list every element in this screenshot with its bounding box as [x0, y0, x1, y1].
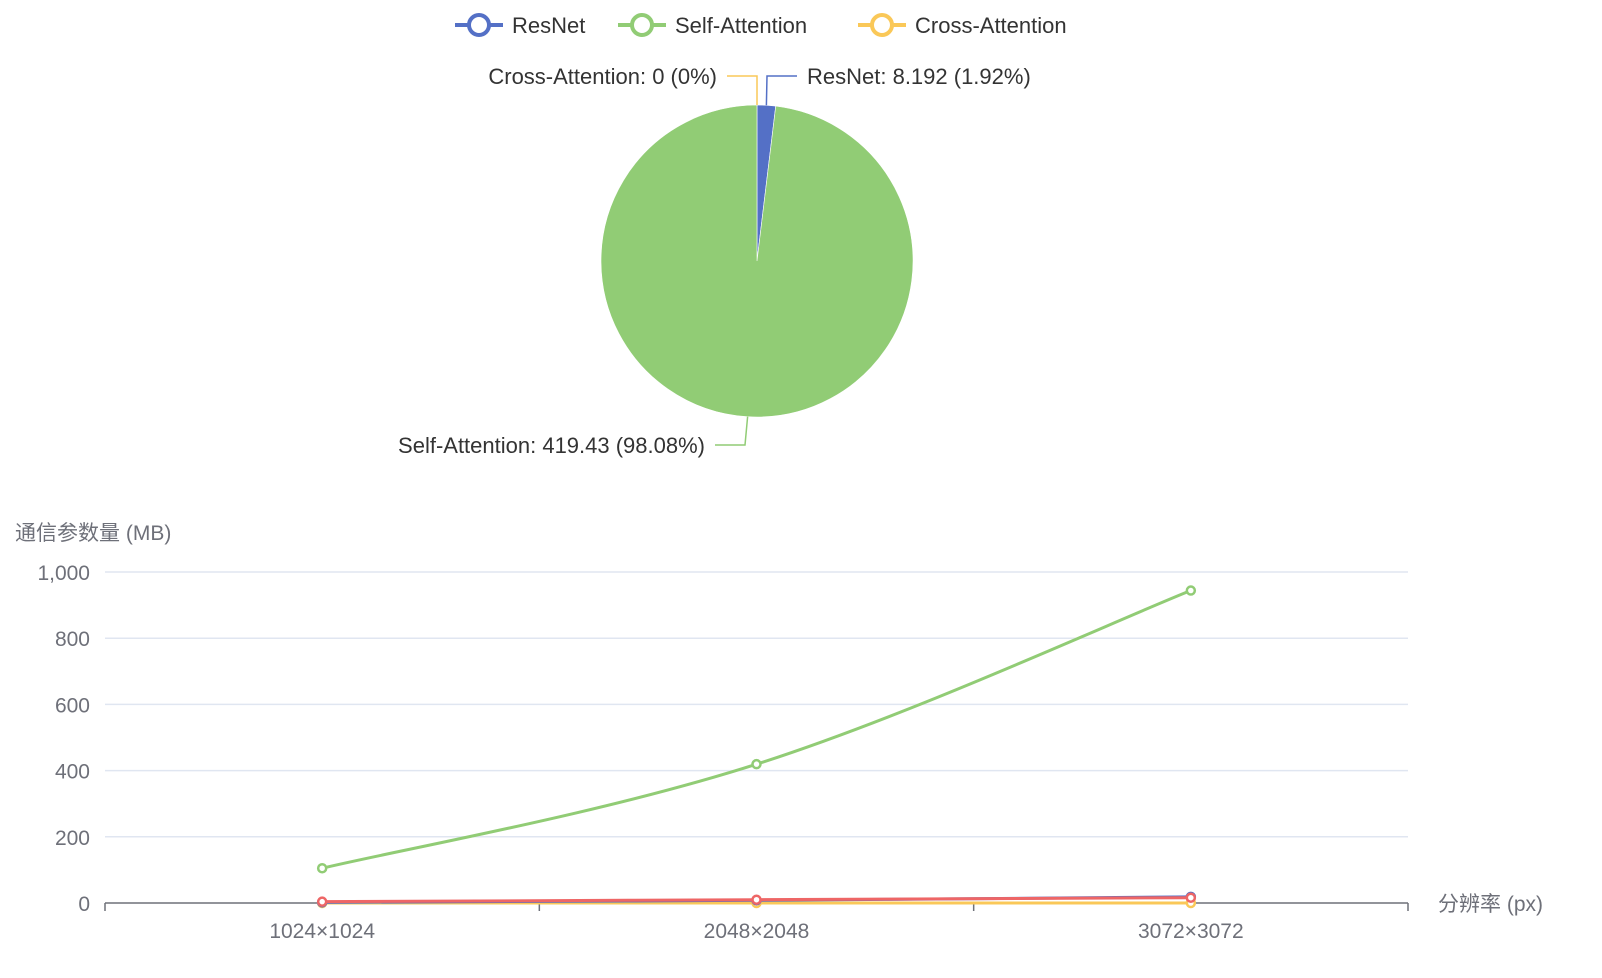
legend-label: Cross-Attention — [915, 13, 1067, 38]
data-point[interactable] — [751, 758, 762, 770]
data-point[interactable] — [1185, 892, 1197, 903]
series-self-attention — [316, 585, 1197, 874]
y-tick-label: 600 — [55, 694, 90, 717]
chart-canvas: ResNet Self-Attention Cross-Attention ResN… — [15, 13, 1543, 943]
pie-label-resnet: ResNet: 8.192 (1.92%) — [807, 64, 1031, 89]
legend-label: ResNet — [512, 13, 585, 38]
data-point[interactable] — [316, 896, 328, 907]
pie-leader-line — [715, 416, 749, 446]
x-tick-label: 3072×3072 — [1138, 920, 1244, 943]
data-point[interactable] — [751, 894, 762, 905]
pie-label-group-cross-attention: Cross-Attention: 0 (0%) — [488, 64, 758, 105]
pie-label-group-resnet: ResNet: 8.192 (1.92%) — [765, 64, 1031, 106]
pie-label-cross-attention: Cross-Attention: 0 (0%) — [488, 64, 717, 89]
y-tick-label: 400 — [55, 761, 90, 784]
y-tick-label: 0 — [78, 893, 90, 916]
pie-slice-self-attention[interactable] — [600, 104, 914, 418]
pie-label-self-attention: Self-Attention: 419.43 (98.08%) — [398, 433, 705, 458]
legend-circle-icon — [870, 13, 894, 37]
legend-label: Self-Attention — [675, 13, 807, 38]
y-tick-label: 200 — [55, 827, 90, 850]
legend[interactable]: ResNet Self-Attention Cross-Attention — [455, 13, 1067, 38]
x-tick-label: 1024×1024 — [269, 920, 375, 943]
x-axis-title: 分辨率 (px) — [1438, 893, 1543, 916]
x-tick-label: 2048×2048 — [704, 920, 810, 943]
y-axis-title: 通信参数量 (MB) — [15, 522, 171, 545]
y-tick-label: 800 — [55, 628, 90, 651]
legend-circle-icon — [630, 13, 654, 37]
pie-chart — [600, 104, 914, 418]
legend-item-cross-attention[interactable]: Cross-Attention — [858, 13, 1067, 38]
legend-item-resnet[interactable]: ResNet — [455, 13, 585, 38]
line-chart-grid — [105, 571, 1408, 838]
legend-circle-icon — [467, 13, 491, 37]
legend-item-self-attention[interactable]: Self-Attention — [618, 13, 807, 38]
line-chart-series — [316, 585, 1197, 909]
line-chart-axes: 0 200 400 600 800 1,000 通信参数量 (MB) 1024×1024 204… — [15, 522, 1543, 943]
data-point[interactable] — [1185, 585, 1197, 596]
data-point[interactable] — [316, 862, 328, 874]
series-line — [320, 589, 1193, 870]
pie-leader-line — [765, 75, 797, 106]
y-tick-label: 1,000 — [37, 562, 90, 585]
pie-label-group-self-attention: Self-Attention: 419.43 (98.08%) — [398, 416, 749, 458]
pie-leader-line — [727, 75, 758, 105]
